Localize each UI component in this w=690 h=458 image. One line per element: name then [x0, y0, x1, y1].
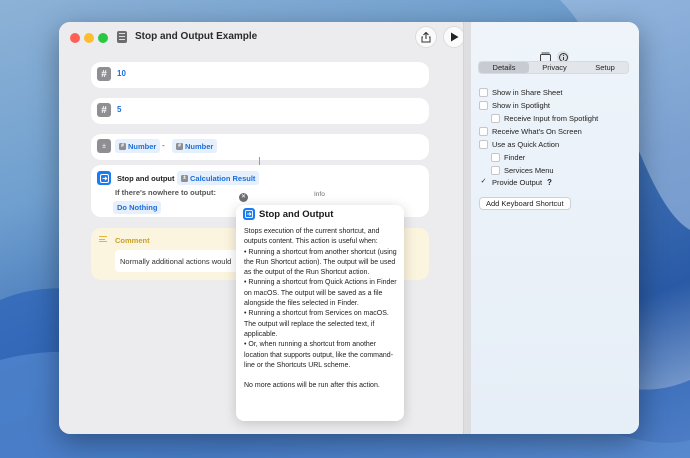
calculation-result-label: Calculation Result	[190, 173, 256, 183]
comment-icon	[99, 236, 107, 242]
tab-setup[interactable]: Setup	[580, 62, 630, 73]
calculation-result-pill[interactable]: ± Calculation Result	[177, 171, 260, 185]
stop-output-icon	[243, 208, 255, 220]
close-popover-icon[interactable]: ✕	[239, 193, 248, 202]
checkbox-checked[interactable]: ✓	[479, 178, 488, 187]
option-label: Show in Share Sheet	[492, 88, 563, 97]
option-provide-output[interactable]: ✓ Provide Output ?	[479, 178, 552, 187]
calculator-icon: ±	[97, 139, 111, 153]
details-sidebar	[471, 22, 639, 434]
fallback-label: If there's nowhere to output:	[115, 188, 216, 197]
number-icon: #	[97, 103, 111, 117]
number-mini-icon: #	[119, 142, 126, 150]
checkbox[interactable]	[491, 153, 500, 162]
checkbox[interactable]	[491, 166, 500, 175]
sidebar-tabs: Details Privacy Setup	[478, 61, 629, 74]
stop-output-label: Stop and output	[117, 174, 175, 183]
option-label: Provide Output	[492, 178, 543, 187]
help-icon[interactable]: ?	[547, 178, 552, 187]
operator[interactable]: -	[162, 141, 165, 150]
variable-pill-left[interactable]: # Number	[115, 139, 161, 153]
option-finder[interactable]: Finder	[491, 153, 525, 162]
action-connector	[259, 157, 260, 165]
option-label: Show in Spotlight	[492, 101, 550, 110]
option-label: Services Menu	[504, 166, 554, 175]
option-spotlight-input[interactable]: Receive Input from Spotlight	[491, 114, 598, 123]
calculate-action[interactable]: ± # Number - # Number	[91, 134, 429, 160]
shortcut-icon[interactable]	[117, 31, 127, 43]
number-action-1[interactable]: # 10	[91, 62, 429, 88]
calculator-mini-icon: ±	[181, 174, 188, 182]
variable-right-label: Number	[185, 141, 214, 151]
tab-details[interactable]: Details	[479, 62, 529, 73]
option-whats-on-screen[interactable]: Receive What's On Screen	[479, 127, 582, 136]
number-icon: #	[97, 67, 111, 81]
option-label: Receive Input from Spotlight	[504, 114, 599, 123]
variable-pill-right[interactable]: # Number	[172, 139, 218, 153]
run-button[interactable]	[443, 26, 465, 48]
stop-output-icon	[97, 171, 111, 185]
checkbox[interactable]	[479, 127, 488, 136]
number-value-2[interactable]: 5	[117, 105, 121, 114]
option-label: Finder	[504, 153, 526, 162]
option-label: Use as Quick Action	[492, 140, 560, 149]
share-icon	[421, 31, 431, 42]
variable-left-label: Number	[128, 141, 157, 151]
checkbox[interactable]	[479, 88, 488, 97]
close-window-button[interactable]	[70, 33, 80, 43]
number-value-1[interactable]: 10	[117, 69, 126, 78]
popover-heading: Info	[314, 191, 325, 198]
number-action-2[interactable]: # 5	[91, 98, 429, 124]
option-share-sheet[interactable]: Show in Share Sheet	[479, 88, 562, 97]
checkbox[interactable]	[479, 101, 488, 110]
play-icon	[450, 32, 458, 42]
popover-title: Stop and Output	[259, 209, 334, 220]
fallback-dropdown[interactable]: Do Nothing	[113, 201, 162, 214]
checkbox[interactable]	[491, 114, 500, 123]
checkbox[interactable]	[479, 140, 488, 149]
pane-divider[interactable]	[463, 22, 471, 434]
minimize-window-button[interactable]	[84, 33, 94, 43]
option-spotlight[interactable]: Show in Spotlight	[479, 101, 550, 110]
option-services-menu[interactable]: Services Menu	[491, 166, 554, 175]
number-mini-icon: #	[176, 142, 183, 150]
popover-description: Stops execution of the current shortcut,…	[244, 228, 397, 390]
zoom-window-button[interactable]	[98, 33, 108, 43]
share-button[interactable]	[415, 26, 437, 48]
tab-privacy[interactable]: Privacy	[529, 62, 580, 73]
add-keyboard-shortcut-button[interactable]: Add Keyboard Shortcut	[479, 197, 571, 210]
comment-text[interactable]: Normally additional actions would	[115, 250, 245, 272]
option-quick-action[interactable]: Use as Quick Action	[479, 140, 559, 149]
comment-title: Comment	[115, 236, 150, 245]
window-title[interactable]: Stop and Output Example	[135, 31, 257, 42]
option-label: Receive What's On Screen	[492, 127, 582, 136]
